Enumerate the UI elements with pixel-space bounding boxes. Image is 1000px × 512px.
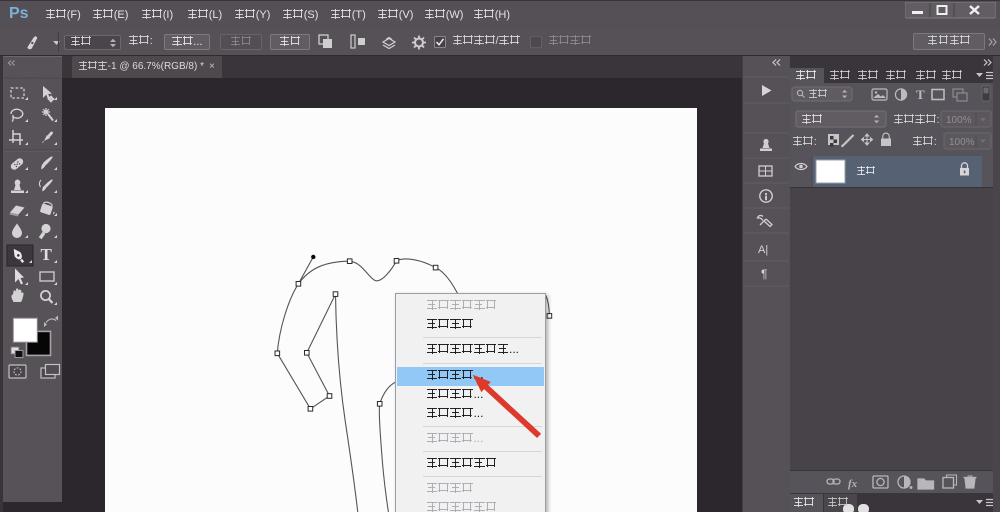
svg-text:¶: ¶ [761, 267, 767, 281]
svg-text:A|: A| [758, 244, 768, 256]
svg-text:T: T [41, 245, 53, 264]
svg-text:fx: fx [848, 478, 858, 490]
svg-text:T: T [916, 87, 925, 102]
